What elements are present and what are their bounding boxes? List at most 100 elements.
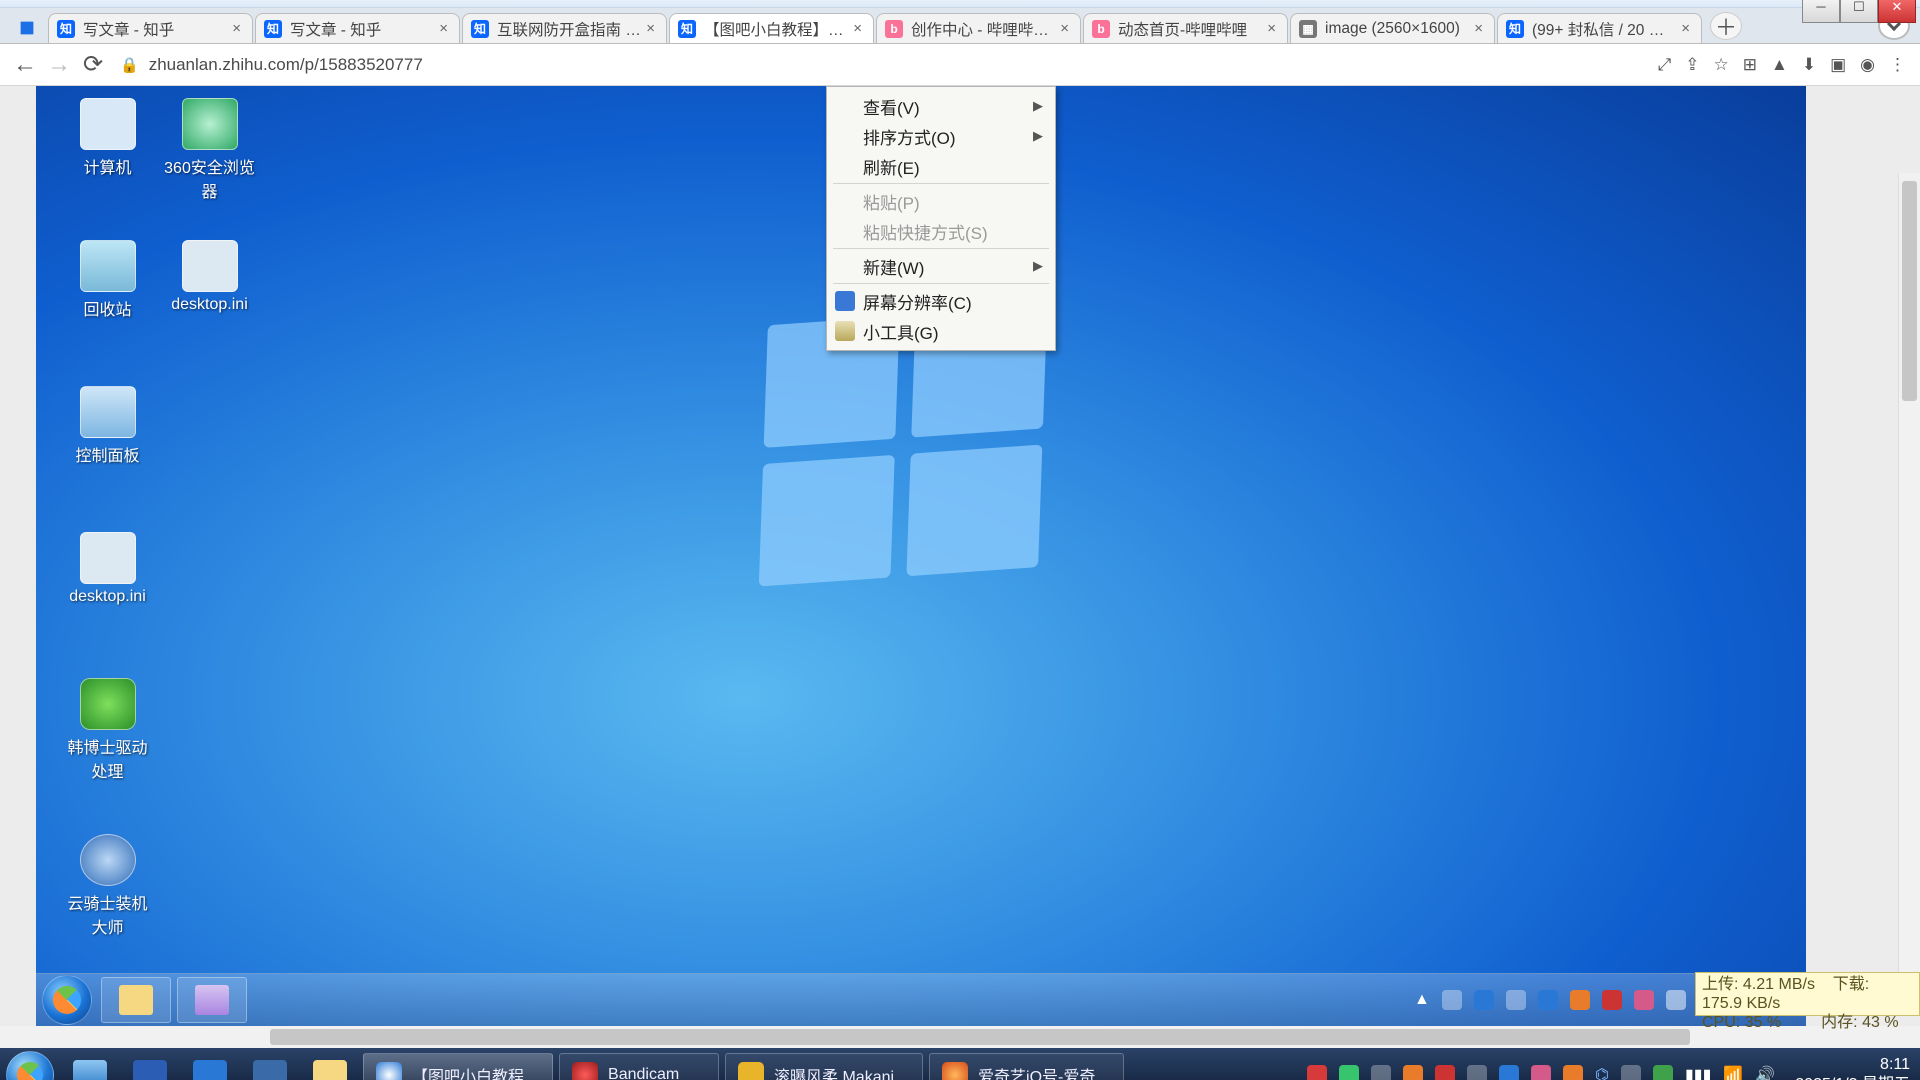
tray-icon[interactable] [1602,990,1622,1010]
horizontal-scroll-thumb[interactable] [270,1029,1690,1045]
host-pinned-media[interactable] [63,1053,117,1080]
tray-signal-icon[interactable] [1666,990,1686,1010]
bandicam-icon [572,1062,598,1080]
zoom-icon[interactable]: ⤢ [1658,55,1672,75]
window-maximize-button[interactable]: ☐ [1840,0,1878,23]
tab-2[interactable]: 知 互联网防开盒指南 - 知乎 × [462,13,667,43]
desk-icon-desktop-ini[interactable]: desktop.ini [162,240,257,314]
vertical-scrollbar[interactable] [1898,173,1920,973]
favicon-zhihu-icon: 知 [1506,20,1524,38]
host-clock-time: 8:11 [1795,1055,1910,1075]
ctx-label: 屏幕分辨率(C) [863,289,972,314]
desk-icon-control-panel[interactable]: 控制面板 [60,386,155,466]
tab-close-icon[interactable]: × [1678,20,1693,37]
puzzle-icon[interactable]: ▲ [1771,55,1788,75]
extensions-icon[interactable]: ⊞ [1743,55,1757,75]
tray-signal-icon[interactable]: ▮▮▮ [1685,1065,1711,1080]
tab-close-icon[interactable]: × [436,20,451,37]
desk-icon-desktop-ini-2[interactable]: desktop.ini [60,532,155,606]
tray-icon[interactable] [1563,1065,1583,1080]
horizontal-scrollbar[interactable] [0,1026,1920,1048]
host-pinned-explorer[interactable] [303,1053,357,1080]
host-task-chrome[interactable]: 【图吧小白教程… [363,1053,553,1080]
host-pinned-windows[interactable] [183,1053,237,1080]
favicon-bilibili-icon: b [1092,20,1110,38]
tray-network-icon[interactable]: 📶 [1723,1065,1743,1080]
tray-icon[interactable] [1634,990,1654,1010]
tab-6[interactable]: ▦ image (2560×1600) × [1290,13,1495,43]
tab-4[interactable]: b 创作中心 - 哔哩哔哩弹幕… × [876,13,1081,43]
nav-back-button[interactable]: ← [8,48,42,82]
new-tab-button[interactable]: ＋ [1710,12,1742,40]
tab-0[interactable]: 知 写文章 - 知乎 × [48,13,253,43]
desk-icon-driver-tool[interactable]: 韩博士驱动处理 [60,678,155,782]
tab-close-icon[interactable]: × [1057,20,1072,37]
host-task-firefox[interactable]: 爱奇艺iQ号-爱奇… [929,1053,1124,1080]
tab-close-icon[interactable]: × [1471,20,1486,37]
tray-icon[interactable] [1653,1065,1673,1080]
tab-close-icon[interactable]: × [850,20,865,37]
side-panel-icon[interactable]: ▣ [1830,55,1846,75]
ctx-gadgets[interactable]: 小工具(G) [829,316,1053,346]
tray-icon[interactable] [1442,990,1462,1010]
ctx-resolution[interactable]: 屏幕分辨率(C) [829,286,1053,316]
tray-up-arrow-icon[interactable]: ▲ [1414,991,1430,1009]
desk-icon-recycle[interactable]: 回收站 [60,240,155,320]
tray-icon[interactable] [1403,1065,1423,1080]
tray-icon[interactable] [1570,990,1590,1010]
host-clock-date: 2025/1/3 星期五 [1795,1075,1910,1080]
tray-icon[interactable] [1538,990,1558,1010]
tab-1[interactable]: 知 写文章 - 知乎 × [255,13,460,43]
bookmark-star-icon[interactable]: ☆ [1714,55,1729,75]
inner-start-button[interactable] [42,975,92,1025]
tab-label: 互联网防开盒指南 - 知乎 [497,18,643,40]
tab-close-icon[interactable]: × [229,20,244,37]
inner-task-explorer[interactable] [101,977,171,1023]
avatar-icon[interactable]: ◉ [1860,55,1875,75]
host-pinned-word[interactable] [123,1053,177,1080]
inner-task-paint[interactable] [177,977,247,1023]
favicon-bilibili-icon: b [885,20,903,38]
host-pinned-tool[interactable] [243,1053,297,1080]
url-input[interactable]: 🔒 zhuanlan.zhihu.com/p/15883520777 [120,50,1648,80]
ctx-refresh[interactable]: 刷新(E) [829,151,1053,181]
tray-icon[interactable] [1506,990,1526,1010]
tab-7[interactable]: 知 (99+ 封私信 / 20 条消息… × [1497,13,1702,43]
ctx-new[interactable]: 新建(W) ▶ [829,251,1053,281]
host-task-bandicam[interactable]: Bandicam [559,1053,719,1080]
download-icon[interactable]: ⬇ [1802,55,1816,75]
tab-close-icon[interactable]: × [1264,20,1279,37]
host-task-label: 滚曝风柔 Makani… [774,1063,910,1080]
tray-icon[interactable] [1621,1065,1641,1080]
tab-label: 写文章 - 知乎 [83,18,229,40]
tray-icon[interactable] [1531,1065,1551,1080]
tray-volume-icon[interactable]: 🔊 [1755,1065,1775,1080]
network-monitor-overlay: 上传: 4.21 MB/s 下载: 175.9 KB/s CPU: 35 % 内… [1695,972,1920,1016]
tray-sogou-icon[interactable] [1307,1065,1327,1080]
tray-icon[interactable] [1435,1065,1455,1080]
vertical-scroll-thumb[interactable] [1902,181,1917,401]
tab-5[interactable]: b 动态首页-哔哩哔哩 × [1083,13,1288,43]
window-minimize-button[interactable]: ─ [1802,0,1840,23]
desk-icon-label: 360安全浏览器 [162,154,257,202]
tab-close-icon[interactable]: × [643,20,658,37]
menu-icon[interactable]: ⋮ [1889,55,1906,75]
nav-forward-button[interactable]: → [42,48,76,82]
desk-icon-360browser[interactable]: 360安全浏览器 [162,98,257,202]
host-start-button[interactable] [6,1051,54,1080]
tray-bluetooth-icon[interactable]: ⌬ [1595,1065,1609,1080]
desk-icon-cloud-tool[interactable]: 云骑士装机大师 [60,834,155,938]
nav-reload-button[interactable]: ⟳ [76,48,110,82]
tray-icon[interactable] [1499,1065,1519,1080]
host-task-potplayer[interactable]: 滚曝风柔 Makani… [725,1053,923,1080]
tray-icon[interactable] [1371,1065,1391,1080]
tray-icon[interactable] [1467,1065,1487,1080]
tab-3-active[interactable]: 知 【图吧小白教程】WIN7装… × [669,13,874,43]
share-icon[interactable]: ⇪ [1685,55,1699,75]
ctx-view[interactable]: 查看(V) ▶ [829,91,1053,121]
host-clock[interactable]: 8:11 2025/1/3 星期五 [1787,1055,1910,1080]
tray-bluetooth-icon[interactable] [1474,990,1494,1010]
ctx-sort[interactable]: 排序方式(O) ▶ [829,121,1053,151]
tray-wechat-icon[interactable] [1339,1065,1359,1080]
desk-icon-computer[interactable]: 计算机 [60,98,155,178]
